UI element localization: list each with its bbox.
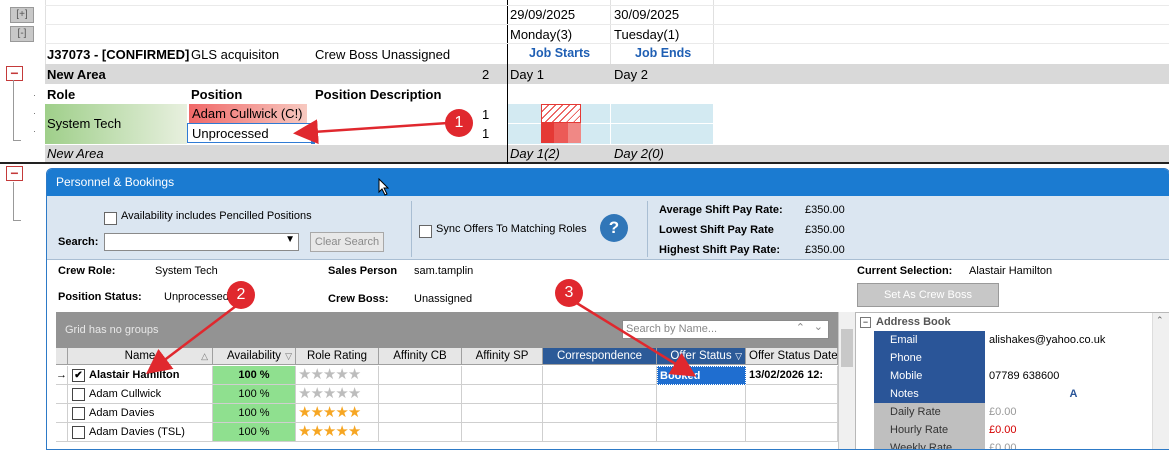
- annotation-arrow-1: [293, 119, 449, 145]
- annotation-arrow-2: [146, 302, 241, 375]
- annotation-badge-1: 1: [445, 109, 473, 137]
- annotation-badge-3: 3: [555, 279, 583, 307]
- annotation-badge-2: 2: [227, 281, 255, 309]
- annotation-arrow-3: [574, 300, 697, 377]
- annotation-overlay: [146, 119, 697, 377]
